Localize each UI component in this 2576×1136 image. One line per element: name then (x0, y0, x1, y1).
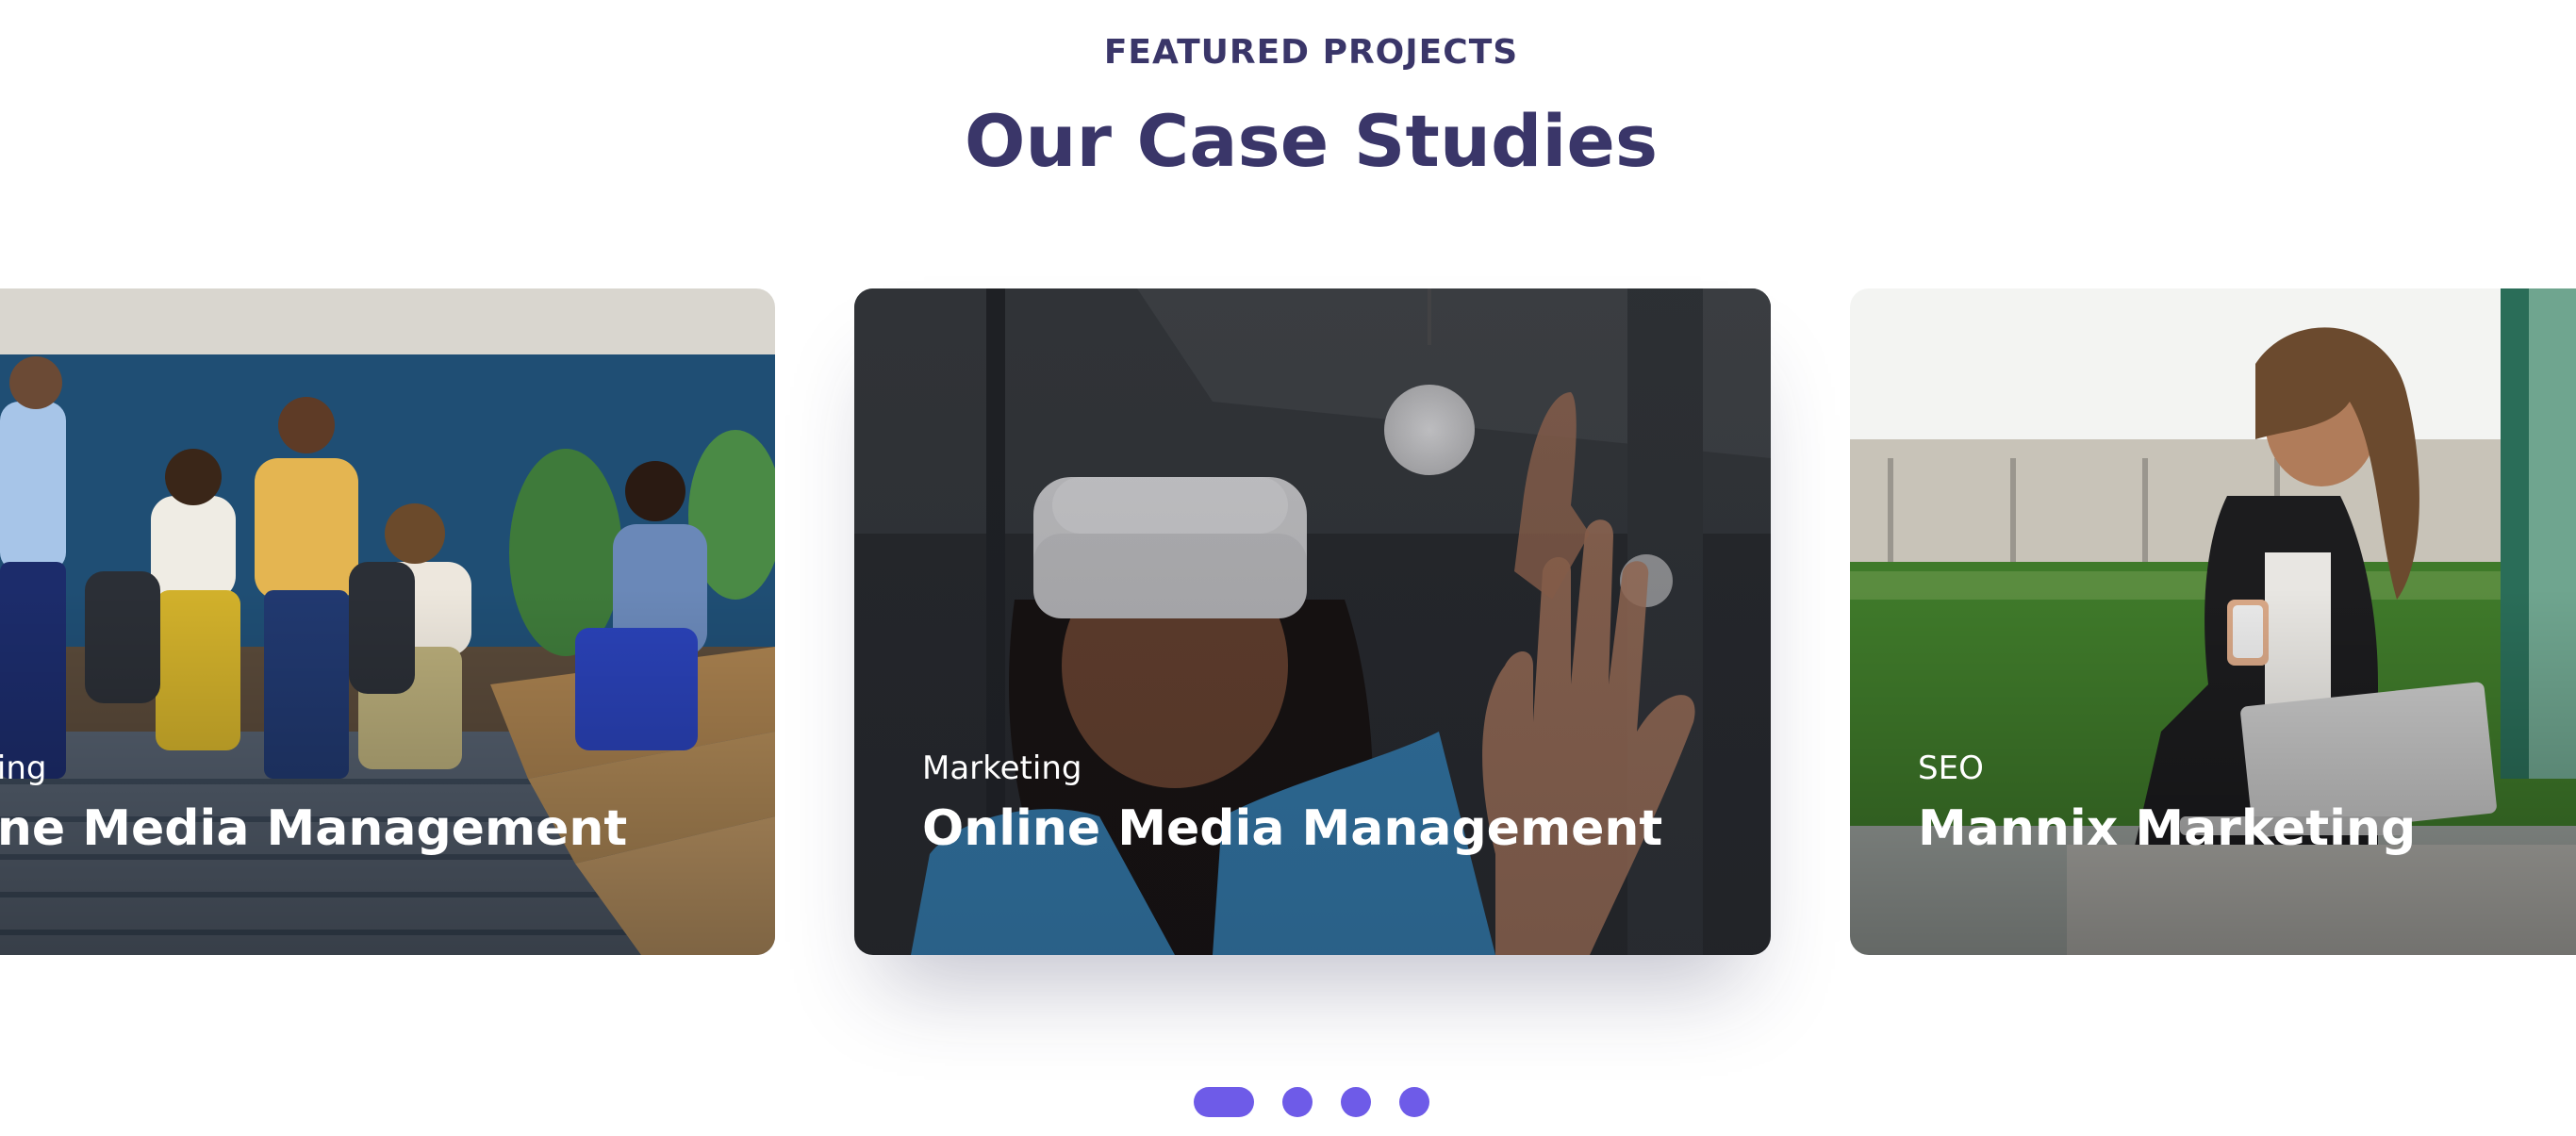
card-category: Marketing (922, 749, 1082, 787)
case-studies-carousel[interactable]: Marketing Online Media Management (0, 288, 2576, 960)
case-study-card[interactable]: Marketing Online Media Management (0, 288, 775, 955)
section-title: Our Case Studies (964, 99, 1659, 183)
card-category: SEO (1918, 749, 1984, 787)
case-studies-section: FEATURED PROJECTS Our Case Studies ing n… (0, 0, 2576, 1136)
section-eyebrow: FEATURED PROJECTS (1103, 33, 1519, 72)
card-category: Marketing (0, 749, 47, 787)
pagination-dot[interactable] (1281, 1087, 1313, 1117)
pagination-dot-active[interactable] (1193, 1087, 1254, 1117)
card-title[interactable]: Mannix Marketing (1918, 798, 2416, 859)
case-study-card[interactable]: SEO Mannix Marketing (1850, 288, 2576, 955)
card-title[interactable]: Online Media Management (922, 798, 1662, 859)
carousel-pagination (0, 1086, 2576, 1118)
pagination-dot[interactable] (1340, 1087, 1371, 1117)
pagination-dot[interactable] (1398, 1087, 1429, 1117)
card-title[interactable]: Online Media Management (0, 798, 627, 859)
case-study-card-active[interactable]: Marketing Online Media Management (854, 288, 1771, 955)
